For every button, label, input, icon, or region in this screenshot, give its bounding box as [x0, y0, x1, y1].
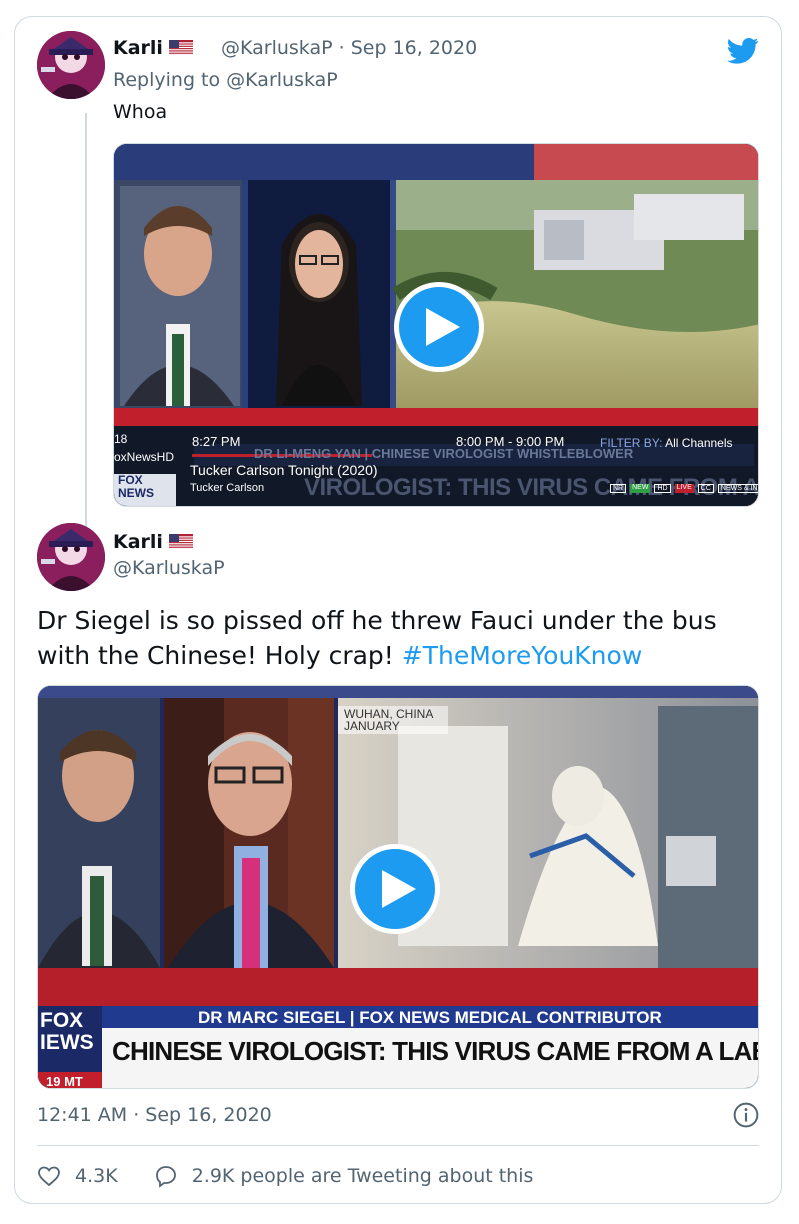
twitter-bird-icon[interactable]: [727, 37, 759, 65]
badge: NEW: [630, 484, 651, 493]
tweet-timestamp[interactable]: 12:41 AM · Sep 16, 2020: [37, 1104, 272, 1126]
play-icon: [382, 870, 416, 908]
video-filter: FILTER BY: All Channels: [600, 436, 733, 450]
us-flag-icon: [168, 534, 193, 549]
video-time-range: 8:00 PM - 9:00 PM: [456, 434, 565, 449]
thread-connector-line: [85, 113, 87, 531]
tweet-card: Karli @KarluskaP · Sep 16, 2020 Replying…: [14, 16, 782, 1204]
video-location-line2: JANUARY: [344, 719, 400, 733]
video-location: WUHAN, CHINA JANUARY: [344, 708, 433, 732]
tweeting-about-text: 2.9K people are Tweeting about this: [191, 1165, 534, 1187]
comment-bubble-icon: [155, 1166, 176, 1188]
avatar[interactable]: [37, 523, 105, 591]
heart-icon: [38, 1166, 60, 1187]
video-filter-value: All Channels: [665, 436, 733, 450]
replying-to: Replying to @KarluskaP: [113, 69, 338, 91]
author-name[interactable]: Karli: [113, 37, 193, 59]
fox-news-logo-bottom: NEWS: [118, 486, 154, 500]
replying-to-handle[interactable]: @KarluskaP: [226, 69, 338, 91]
tweet-date[interactable]: Sep 16, 2020: [351, 37, 477, 59]
badge: CC: [697, 484, 714, 493]
video-channel-number: 18: [114, 432, 128, 446]
video-program-host: Tucker Carlson: [190, 482, 265, 494]
play-icon: [426, 308, 460, 346]
video-headline: CHINESE VIROLOGIST: THIS VIRUS CAME FROM…: [112, 1036, 759, 1066]
badge: HD: [654, 484, 671, 493]
video-ticker-top: DR LI-MENG YAN | CHINESE VIROLOGIST WHIS…: [254, 446, 634, 461]
author-handle[interactable]: @KarluskaP: [221, 37, 333, 59]
fox-news-logo-bottom: IEWS: [40, 1031, 94, 1054]
play-button[interactable]: [350, 844, 440, 934]
video-clock: 19 MT: [46, 1074, 83, 1089]
avatar[interactable]: [37, 31, 105, 99]
video-filter-label: FILTER BY:: [600, 436, 663, 450]
author-handle[interactable]: @KarluskaP: [113, 557, 225, 579]
play-button[interactable]: [394, 282, 484, 372]
author-name[interactable]: Karli: [113, 531, 193, 553]
conversation-link[interactable]: 2.9K people are Tweeting about this: [154, 1164, 534, 1188]
video-channel-name: oxNewsHD: [114, 450, 175, 464]
main-tweet-text: Dr Siegel is so pissed off he threw Fauc…: [37, 603, 767, 673]
fox-news-logo: FOX NEWS: [118, 474, 154, 500]
info-icon[interactable]: [733, 1102, 759, 1128]
video-lower-third-name: DR MARC SIEGEL | FOX NEWS MEDICAL CONTRI…: [198, 1008, 662, 1027]
reply-video-thumbnail[interactable]: 18 oxNewsHD 8:27 PM DR LI-MENG YAN | CHI…: [113, 143, 759, 507]
us-flag-icon: [168, 40, 193, 55]
tweet-actions: 4.3K 2.9K people are Tweeting about this: [37, 1161, 569, 1191]
video-time: 8:27 PM: [192, 434, 241, 449]
badge: LIVE: [674, 484, 694, 493]
separator-dot: ·: [338, 37, 345, 59]
fox-news-logo: FOX IEWS: [40, 1010, 94, 1054]
video-badges: NR NEW HD LIVE CC NEWS & INFO: [610, 484, 758, 493]
main-video-thumbnail[interactable]: WUHAN, CHINA JANUARY DR MARC SIEGEL | FO…: [37, 685, 759, 1089]
like-count: 4.3K: [75, 1165, 118, 1187]
badge: NEWS & INFO: [717, 484, 758, 493]
reply-tweet-text: Whoa: [113, 101, 168, 123]
like-button[interactable]: 4.3K: [37, 1164, 118, 1188]
fox-news-logo-top: FOX: [40, 1009, 84, 1032]
badge: NR: [610, 484, 627, 493]
divider: [37, 1145, 759, 1146]
hashtag-link[interactable]: #TheMoreYouKnow: [402, 641, 643, 670]
